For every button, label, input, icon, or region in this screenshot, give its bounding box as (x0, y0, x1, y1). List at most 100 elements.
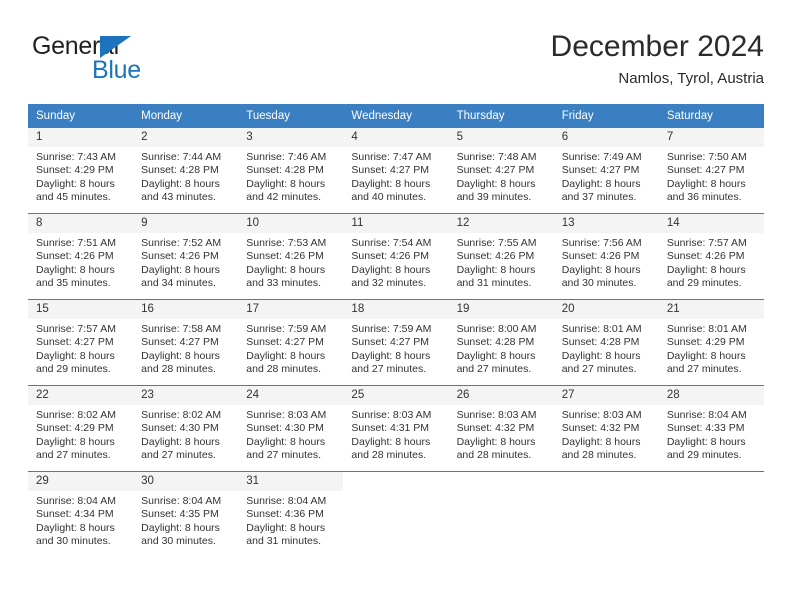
day-details: Sunrise: 8:02 AM Sunset: 4:29 PM Daylight:… (28, 405, 134, 471)
sunset-text: Sunset: 4:27 PM (351, 336, 430, 349)
sunrise-text: Sunrise: 8:01 AM (561, 323, 642, 335)
calendar-day-cell[interactable]: 27 Sunrise: 8:03 AM Sunset: 4:32 PM Dayligh… (553, 385, 659, 472)
sunrise-text: Sunrise: 8:04 AM (36, 495, 116, 507)
daylight-text-line2: and 27 minutes. (351, 363, 427, 376)
calendar-day-cell[interactable]: 21 Sunrise: 8:01 AM Sunset: 4:29 PM Dayligh… (658, 299, 764, 386)
daylight-text-line2: and 27 minutes. (141, 449, 216, 462)
day-number: 21 (658, 300, 764, 319)
daylight-text-line1: Daylight: 8 hours (351, 263, 431, 276)
day-number: 11 (343, 214, 449, 233)
calendar-day-cell[interactable]: 18 Sunrise: 7:59 AM Sunset: 4:27 PM Dayligh… (343, 299, 449, 386)
day-details: Sunrise: 7:43 AM Sunset: 4:29 PM Daylight:… (28, 147, 134, 213)
calendar-table: Sunday Monday Tuesday Wednesday Thursday… (28, 104, 764, 557)
weekday-header-thursday: Thursday (448, 104, 554, 128)
day-details: Sunrise: 8:03 AM Sunset: 4:31 PM Daylight:… (343, 405, 449, 471)
calendar-week-row: 1 Sunrise: 7:43 AM Sunset: 4:29 PM Daylight… (28, 128, 764, 214)
sunrise-text: Sunrise: 8:00 AM (456, 323, 537, 335)
calendar-day-cell[interactable]: 1 Sunrise: 7:43 AM Sunset: 4:29 PM Daylight… (28, 128, 134, 214)
daylight-text-line1: Daylight: 8 hours (666, 177, 746, 190)
daylight-text-line2: and 37 minutes. (561, 191, 637, 204)
daylight-text-line1: Daylight: 8 hours (141, 435, 220, 448)
sunrise-text: Sunrise: 7:52 AM (141, 237, 222, 249)
general-blue-logo[interactable]: General Blue (32, 32, 192, 88)
day-number: 1 (28, 128, 134, 147)
calendar-day-cell[interactable]: 15 Sunrise: 7:57 AM Sunset: 4:27 PM Dayligh… (28, 299, 134, 386)
day-number: 25 (343, 386, 449, 405)
daylight-text-line2: and 27 minutes. (561, 363, 637, 376)
calendar-day-cell[interactable]: 26 Sunrise: 8:03 AM Sunset: 4:32 PM Dayligh… (448, 385, 554, 472)
calendar-day-cell[interactable]: 30 Sunrise: 8:04 AM Sunset: 4:35 PM Dayligh… (133, 471, 239, 557)
sunset-text: Sunset: 4:26 PM (561, 250, 640, 263)
calendar-day-cell[interactable]: 4 Sunrise: 7:47 AM Sunset: 4:27 PM Daylight… (343, 128, 449, 214)
day-number: 27 (553, 386, 659, 405)
daylight-text-line1: Daylight: 8 hours (351, 349, 431, 362)
day-number (343, 472, 449, 491)
calendar-day-cell[interactable]: 25 Sunrise: 8:03 AM Sunset: 4:31 PM Dayligh… (343, 385, 449, 472)
sunrise-text: Sunrise: 7:46 AM (246, 151, 327, 163)
daylight-text-line1: Daylight: 8 hours (456, 349, 536, 362)
calendar-day-cell[interactable]: 12 Sunrise: 7:55 AM Sunset: 4:26 PM Dayligh… (448, 213, 554, 300)
day-details: Sunrise: 7:56 AM Sunset: 4:26 PM Daylight:… (553, 233, 659, 299)
calendar-day-cell[interactable]: 24 Sunrise: 8:03 AM Sunset: 4:30 PM Dayligh… (238, 385, 344, 472)
daylight-text-line2: and 27 minutes. (246, 449, 321, 462)
sunset-text: Sunset: 4:29 PM (666, 336, 745, 349)
daylight-text-line2: and 30 minutes. (36, 535, 111, 548)
day-details: Sunrise: 8:03 AM Sunset: 4:32 PM Daylight:… (553, 405, 659, 471)
daylight-text-line2: and 40 minutes. (351, 191, 427, 204)
daylight-text-line1: Daylight: 8 hours (141, 521, 220, 534)
calendar-day-cell[interactable]: 23 Sunrise: 8:02 AM Sunset: 4:30 PM Dayligh… (133, 385, 239, 472)
sunrise-text: Sunrise: 7:59 AM (246, 323, 327, 335)
daylight-text-line1: Daylight: 8 hours (246, 521, 326, 534)
sunset-text: Sunset: 4:32 PM (561, 422, 640, 435)
calendar-day-cell[interactable]: 8 Sunrise: 7:51 AM Sunset: 4:26 PM Daylight… (28, 213, 134, 300)
calendar-day-cell[interactable]: 28 Sunrise: 8:04 AM Sunset: 4:33 PM Dayligh… (658, 385, 764, 472)
calendar-day-cell[interactable]: 29 Sunrise: 8:04 AM Sunset: 4:34 PM Dayligh… (28, 471, 134, 557)
calendar-day-cell[interactable]: 20 Sunrise: 8:01 AM Sunset: 4:28 PM Dayligh… (553, 299, 659, 386)
calendar-day-cell[interactable]: 9 Sunrise: 7:52 AM Sunset: 4:26 PM Daylight… (133, 213, 239, 300)
day-number: 7 (658, 128, 764, 147)
day-number: 5 (448, 128, 554, 147)
calendar-day-cell[interactable]: 31 Sunrise: 8:04 AM Sunset: 4:36 PM Dayligh… (238, 471, 344, 557)
sunset-text: Sunset: 4:26 PM (456, 250, 535, 263)
daylight-text-line1: Daylight: 8 hours (561, 349, 641, 362)
daylight-text-line1: Daylight: 8 hours (141, 349, 220, 362)
weekday-header-friday: Friday (553, 104, 659, 128)
calendar-day-cell[interactable]: 16 Sunrise: 7:58 AM Sunset: 4:27 PM Dayligh… (133, 299, 239, 386)
day-number: 18 (343, 300, 449, 319)
day-number: 23 (133, 386, 239, 405)
sunset-text: Sunset: 4:29 PM (36, 164, 114, 177)
day-details (343, 491, 449, 557)
calendar-day-cell[interactable]: 11 Sunrise: 7:54 AM Sunset: 4:26 PM Dayligh… (343, 213, 449, 300)
daylight-text-line1: Daylight: 8 hours (246, 349, 326, 362)
day-number: 14 (658, 214, 764, 233)
title-block: December 2024 Namlos, Tyrol, Austria (551, 28, 764, 89)
calendar-day-cell-empty (448, 471, 554, 557)
sunrise-text: Sunrise: 8:04 AM (141, 495, 222, 507)
calendar-day-cell[interactable]: 19 Sunrise: 8:00 AM Sunset: 4:28 PM Dayligh… (448, 299, 554, 386)
calendar-day-cell-empty (553, 471, 659, 557)
calendar-day-cell[interactable]: 14 Sunrise: 7:57 AM Sunset: 4:26 PM Dayligh… (658, 213, 764, 300)
calendar-day-cell[interactable]: 6 Sunrise: 7:49 AM Sunset: 4:27 PM Daylight… (553, 128, 659, 214)
calendar-day-cell[interactable]: 22 Sunrise: 8:02 AM Sunset: 4:29 PM Dayligh… (28, 385, 134, 472)
day-details: Sunrise: 7:57 AM Sunset: 4:27 PM Daylight:… (28, 319, 134, 385)
sunrise-text: Sunrise: 8:03 AM (456, 409, 537, 421)
daylight-text-line2: and 30 minutes. (561, 277, 637, 290)
calendar-day-cell[interactable]: 5 Sunrise: 7:48 AM Sunset: 4:27 PM Daylight… (448, 128, 554, 214)
day-number (448, 472, 554, 491)
calendar-week-row: 29 Sunrise: 8:04 AM Sunset: 4:34 PM Dayligh… (28, 471, 764, 557)
daylight-text-line1: Daylight: 8 hours (666, 263, 746, 276)
daylight-text-line1: Daylight: 8 hours (246, 177, 326, 190)
calendar-day-cell[interactable]: 10 Sunrise: 7:53 AM Sunset: 4:26 PM Dayligh… (238, 213, 344, 300)
calendar-day-cell[interactable]: 2 Sunrise: 7:44 AM Sunset: 4:28 PM Daylight… (133, 128, 239, 214)
day-details: Sunrise: 7:51 AM Sunset: 4:26 PM Daylight:… (28, 233, 134, 299)
sunset-text: Sunset: 4:31 PM (351, 422, 430, 435)
calendar-day-cell[interactable]: 3 Sunrise: 7:46 AM Sunset: 4:28 PM Daylight… (238, 128, 344, 214)
day-number: 17 (238, 300, 344, 319)
calendar-day-cell[interactable]: 7 Sunrise: 7:50 AM Sunset: 4:27 PM Daylight… (658, 128, 764, 214)
day-details: Sunrise: 8:04 AM Sunset: 4:33 PM Daylight:… (658, 405, 764, 471)
daylight-text-line2: and 27 minutes. (666, 363, 742, 376)
daylight-text-line2: and 34 minutes. (141, 277, 216, 290)
calendar-day-cell[interactable]: 13 Sunrise: 7:56 AM Sunset: 4:26 PM Dayligh… (553, 213, 659, 300)
calendar-day-cell[interactable]: 17 Sunrise: 7:59 AM Sunset: 4:27 PM Dayligh… (238, 299, 344, 386)
sunset-text: Sunset: 4:30 PM (246, 422, 324, 435)
